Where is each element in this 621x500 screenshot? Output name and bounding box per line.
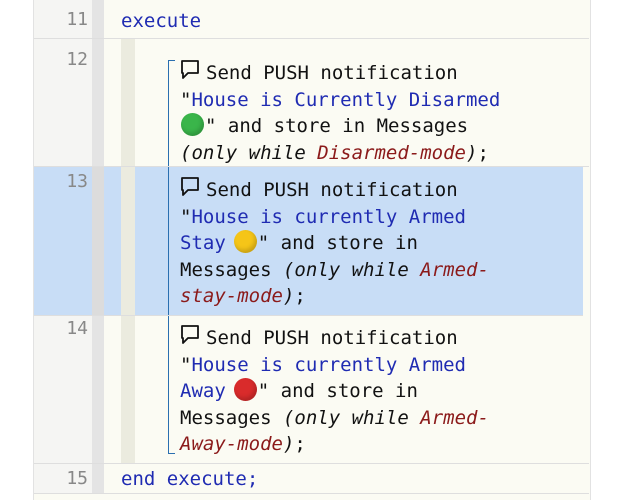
comment-icon[interactable] [180, 324, 200, 346]
gutter-strip [92, 464, 104, 493]
line-number: 14 [34, 316, 92, 463]
code-line-15[interactable]: 15 end execute; [34, 464, 589, 494]
store-text: and store in Messages [216, 115, 469, 137]
condition-suffix: ) [282, 285, 295, 307]
code-line-13-selected[interactable]: 13 Send PUSH notification "House is curre… [34, 167, 583, 316]
execute-keyword: execute [121, 10, 202, 32]
code-line-11[interactable]: 11 execute [34, 0, 589, 39]
gutter-strip [92, 0, 104, 38]
action-text: Send PUSH notification [206, 179, 458, 201]
line-number: 12 [34, 39, 92, 166]
comment-icon[interactable] [180, 176, 200, 198]
line-number: 13 [34, 167, 92, 315]
quote-close: " [257, 380, 270, 402]
action-text: Send PUSH notification [206, 327, 458, 349]
condition-prefix: (only while [180, 141, 318, 164]
comment-icon[interactable] [180, 59, 200, 81]
end-execute-keyword: end execute; [121, 468, 259, 490]
action-text: Send PUSH notification [206, 62, 458, 84]
quote-close: " [205, 115, 217, 137]
quote-open: " [180, 353, 192, 376]
condition-prefix: (only while [282, 258, 421, 281]
condition-suffix: ) [466, 141, 478, 164]
block-bracket [168, 167, 175, 315]
statement-end: ; [294, 285, 306, 307]
mode-name[interactable]: Disarmed-mode [317, 142, 466, 164]
block-bracket [168, 316, 175, 454]
quote-open: " [180, 205, 192, 228]
indent-bar [121, 39, 135, 166]
code-line-14[interactable]: 14 Send PUSH notification "House is curre… [34, 316, 589, 464]
condition-prefix: (only while [282, 406, 421, 429]
green-circle-emoji-icon [181, 113, 204, 136]
block-bracket [168, 60, 175, 166]
push-notification-statement[interactable]: Send PUSH notification "House is Currentl… [180, 59, 510, 166]
line-number: 11 [34, 0, 92, 38]
condition-suffix: ) [282, 433, 295, 455]
yellow-circle-emoji-icon [233, 230, 257, 253]
line-number: 15 [34, 464, 92, 493]
message-string[interactable]: House is Currently Disarmed [191, 89, 500, 111]
indent-bar [121, 316, 135, 463]
gutter-strip [92, 167, 104, 315]
code-line-12[interactable]: 12 Send PUSH notification "House is Curre… [34, 39, 589, 167]
indent-bar [121, 167, 135, 315]
statement-end: ; [294, 433, 306, 455]
statement-end: ; [477, 141, 489, 164]
push-notification-statement[interactable]: Send PUSH notification "House is currentl… [180, 176, 510, 310]
gutter-strip [92, 39, 104, 166]
gutter-strip [92, 316, 104, 463]
push-notification-statement[interactable]: Send PUSH notification "House is currentl… [180, 324, 510, 458]
quote-open: " [180, 88, 192, 111]
quote-close: " [257, 232, 270, 254]
red-circle-emoji-icon [233, 378, 257, 401]
